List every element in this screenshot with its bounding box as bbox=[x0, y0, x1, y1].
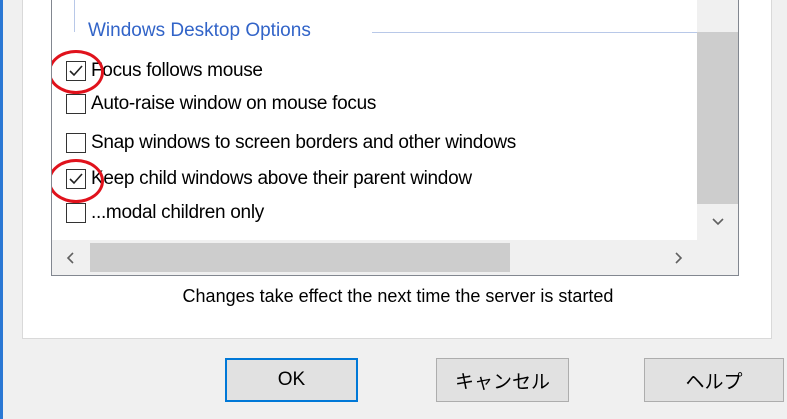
chevron-down-icon bbox=[711, 218, 724, 226]
cancel-button[interactable]: キャンセル bbox=[436, 358, 569, 402]
horizontal-scrollbar[interactable] bbox=[52, 240, 697, 275]
vertical-scroll-thumb[interactable] bbox=[697, 32, 738, 204]
option-modal-children-only[interactable]: ...modal children only bbox=[66, 200, 264, 226]
vertical-scrollbar[interactable] bbox=[697, 0, 738, 240]
group-divider bbox=[372, 32, 697, 33]
window-edge bbox=[0, 0, 3, 419]
options-panel: Windows Desktop Options Focus follows mo… bbox=[22, 0, 772, 339]
chevron-right-icon bbox=[675, 251, 683, 264]
scroll-right-button[interactable] bbox=[659, 240, 697, 275]
option-keep-child-above[interactable]: Keep child windows above their parent wi… bbox=[66, 166, 472, 192]
option-label: Auto-raise window on mouse focus bbox=[91, 93, 377, 114]
group-title: Windows Desktop Options bbox=[88, 20, 317, 42]
options-list-content: Windows Desktop Options Focus follows mo… bbox=[52, 0, 697, 240]
options-listbox: Windows Desktop Options Focus follows mo… bbox=[51, 0, 739, 276]
option-label: Keep child windows above their parent wi… bbox=[91, 168, 472, 189]
chevron-left-icon bbox=[66, 251, 74, 264]
scroll-left-button[interactable] bbox=[52, 240, 90, 275]
restart-note: Changes take effect the next time the se… bbox=[182, 286, 614, 306]
annotation-circle bbox=[52, 159, 104, 203]
horizontal-scroll-thumb[interactable] bbox=[90, 243, 510, 272]
scrollbar-corner bbox=[697, 240, 738, 275]
option-snap-windows[interactable]: Snap windows to screen borders and other… bbox=[66, 130, 516, 156]
annotation-circle bbox=[52, 50, 104, 94]
group-box-edge bbox=[74, 0, 75, 32]
help-button[interactable]: ヘルプ bbox=[644, 358, 784, 402]
scroll-down-button[interactable] bbox=[697, 204, 738, 240]
option-label: Snap windows to screen borders and other… bbox=[91, 132, 516, 153]
checkbox[interactable] bbox=[66, 133, 86, 153]
option-auto-raise[interactable]: Auto-raise window on mouse focus bbox=[66, 91, 376, 117]
checkbox[interactable] bbox=[66, 94, 86, 114]
option-label: Focus follows mouse bbox=[91, 60, 263, 81]
ok-button[interactable]: OK bbox=[225, 358, 358, 402]
option-label: ...modal children only bbox=[91, 202, 264, 223]
checkbox[interactable] bbox=[66, 203, 86, 223]
